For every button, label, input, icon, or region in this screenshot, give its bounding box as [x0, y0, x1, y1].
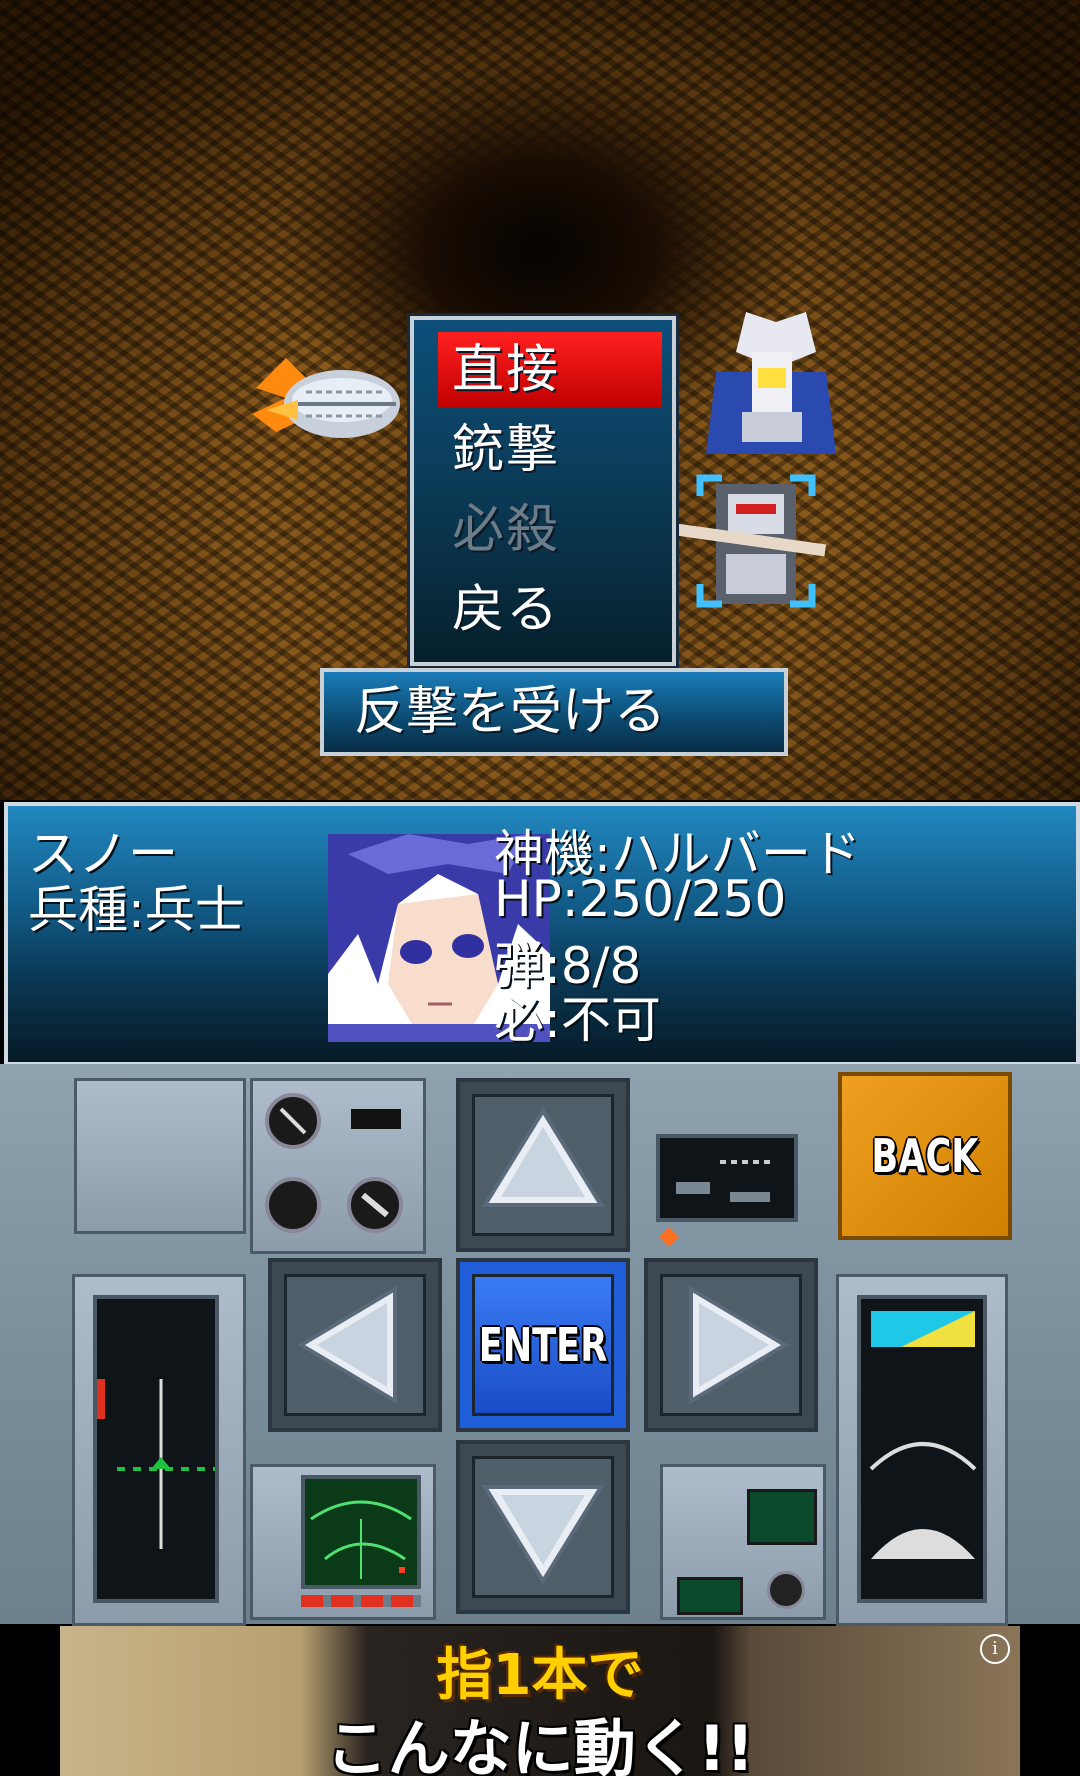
blank-panel	[74, 1078, 246, 1234]
ad-subheadline: こんなに動く!!	[325, 1712, 755, 1776]
left-button[interactable]	[268, 1258, 442, 1432]
unit-status-panel: スノー 兵種:兵士 神機:ハルバード HP:250/250 弾:8/8 必:不可	[4, 802, 1080, 1066]
battle-scene: 直接 銃撃 必殺 戻る 反撃を受ける	[0, 0, 1080, 800]
mini-display-2	[677, 1577, 743, 1615]
battle-command-menu: 直接 銃撃 必殺 戻る	[410, 316, 676, 666]
unit-class: 兵種:兵士	[28, 881, 245, 939]
mini-display	[747, 1489, 817, 1545]
altimeter-display	[857, 1295, 987, 1603]
back-button[interactable]: BACK	[838, 1072, 1012, 1240]
enter-button[interactable]: ENTER	[456, 1258, 630, 1432]
special-value: 必:不可	[494, 991, 661, 1049]
warning-led	[659, 1227, 679, 1247]
arrow-right-icon	[689, 1285, 789, 1405]
down-button[interactable]	[456, 1440, 630, 1614]
arrow-down-icon	[481, 1485, 605, 1585]
radar-lights	[301, 1595, 421, 1607]
left-gauge-housing	[72, 1274, 246, 1626]
up-button[interactable]	[456, 1078, 630, 1252]
radar-screen	[301, 1475, 421, 1589]
enter-label: ENTER	[478, 1318, 608, 1372]
ad-banner[interactable]: 指1本で こんなに動く!! i	[60, 1626, 1020, 1776]
back-label: BACK	[871, 1129, 979, 1183]
target-mech-sprite[interactable]	[676, 474, 836, 614]
switch-panel	[660, 1464, 826, 1620]
virtual-controller: ENTER BACK	[0, 1064, 1080, 1626]
counterattack-label: 反撃を受ける	[354, 682, 667, 742]
menu-item-direct-attack[interactable]: 直接	[438, 332, 662, 408]
right-button[interactable]	[644, 1258, 818, 1432]
gauge-cluster	[250, 1078, 426, 1254]
menu-item-back[interactable]: 戻る	[438, 572, 662, 648]
counterattack-notice: 反撃を受ける	[320, 668, 788, 756]
knob	[767, 1571, 805, 1609]
ally-mech-sprite[interactable]	[706, 312, 836, 454]
attitude-indicator	[93, 1295, 219, 1603]
hp-value: HP:250/250	[494, 870, 787, 928]
arrow-up-icon	[481, 1107, 605, 1207]
info-icon[interactable]: i	[980, 1634, 1010, 1664]
enemy-airship-sprite[interactable]	[246, 348, 402, 448]
menu-item-special: 必殺	[452, 500, 561, 560]
arrow-left-icon	[297, 1285, 397, 1405]
right-gauge-housing	[836, 1274, 1008, 1626]
menu-item-shoot[interactable]: 銃撃	[438, 412, 662, 488]
radar-housing	[250, 1464, 436, 1620]
indicator-screen	[656, 1134, 798, 1222]
